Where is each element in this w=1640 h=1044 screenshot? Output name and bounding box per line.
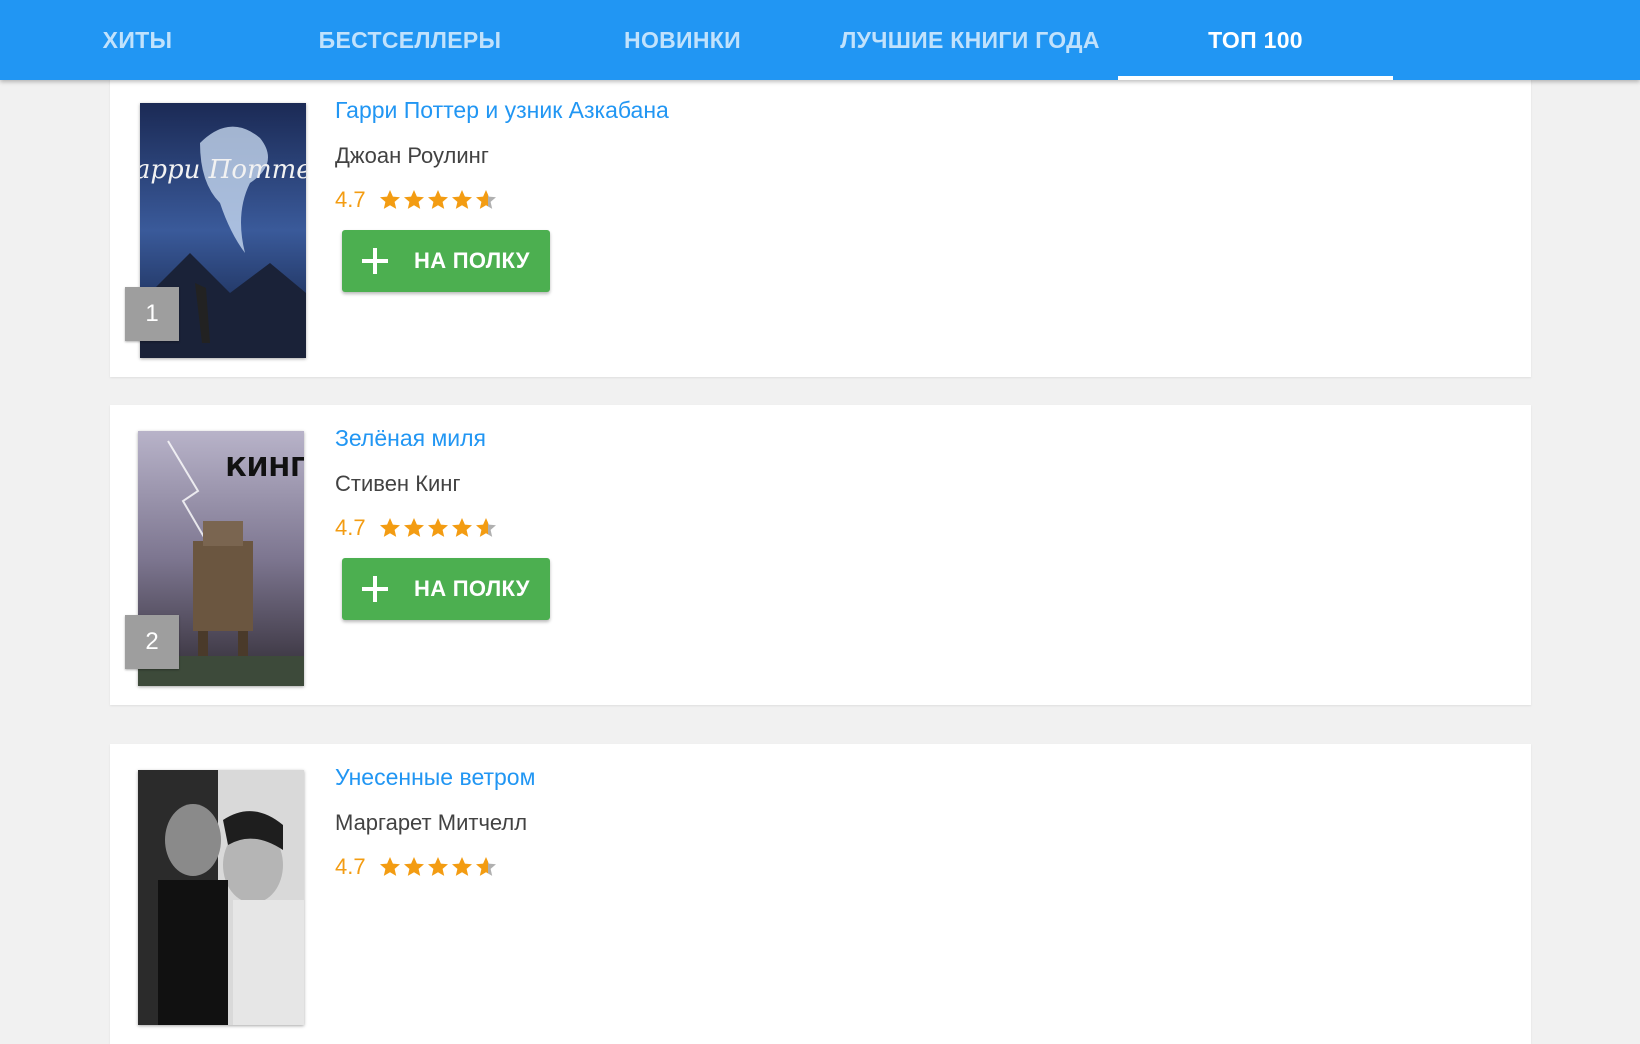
book-author: Джоан Роулинг	[335, 143, 489, 168]
star-icon	[379, 857, 400, 876]
rating-stars	[378, 188, 498, 212]
book-title[interactable]: Гарри Поттер и узник Азкабана	[335, 97, 669, 124]
tab-label: ТОП 100	[1208, 26, 1303, 53]
star-icon	[403, 518, 424, 537]
tab-hits[interactable]: ХИТЫ	[60, 0, 215, 80]
star-half-icon	[475, 518, 496, 537]
rating-value: 4.7	[335, 515, 366, 540]
star-icon	[427, 857, 448, 876]
book-title[interactable]: Унесенные ветром	[335, 764, 535, 791]
star-icon	[403, 857, 424, 876]
book-author: Стивен Кинг	[335, 471, 461, 496]
tab-label: БЕСТСЕЛЛЕРЫ	[318, 26, 502, 53]
button-label: НА ПОЛКУ	[414, 576, 530, 601]
active-tab-indicator	[1118, 76, 1393, 80]
star-icon	[427, 190, 448, 209]
add-to-shelf-button[interactable]: НА ПОЛКУ	[342, 558, 550, 620]
button-label: НА ПОЛКУ	[414, 248, 530, 273]
star-icon	[379, 190, 400, 209]
plus-icon	[362, 248, 388, 274]
tab-top-100[interactable]: ТОП 100	[1118, 0, 1393, 80]
star-icon	[403, 190, 424, 209]
book-card[interactable]: Гарри Поттер 1 Гарри Поттер и узник Азка…	[110, 77, 1531, 377]
gone-with-the-wind-cover-image	[138, 770, 304, 1025]
tab-best-of-year[interactable]: ЛУЧШИЕ КНИГИ ГОДА	[830, 0, 1110, 80]
tab-new[interactable]: НОВИНКИ	[595, 0, 770, 80]
star-icon	[379, 518, 400, 537]
book-title[interactable]: Зелёная миля	[335, 425, 486, 452]
svg-text:Гарри Поттер: Гарри Поттер	[140, 155, 306, 185]
plus-icon	[362, 576, 388, 602]
rating-value: 4.7	[335, 187, 366, 212]
star-icon	[451, 518, 472, 537]
book-rating: 4.7	[335, 854, 498, 880]
book-cover[interactable]	[138, 770, 304, 1025]
rating-stars	[378, 855, 498, 879]
tab-label: ЛУЧШИЕ КНИГИ ГОДА	[840, 26, 1100, 53]
tab-label: НОВИНКИ	[624, 26, 741, 53]
book-card[interactable]: КИНГ 2 Зелёная миля Стивен Кинг 4.7 НА П…	[110, 405, 1531, 705]
book-rating: 4.7	[335, 187, 498, 213]
book-rating: 4.7	[335, 515, 498, 541]
tab-bar: ХИТЫ БЕСТСЕЛЛЕРЫ НОВИНКИ ЛУЧШИЕ КНИГИ ГО…	[0, 0, 1640, 80]
rating-stars	[378, 516, 498, 540]
star-icon	[451, 857, 472, 876]
tab-bestsellers[interactable]: БЕСТСЕЛЛЕРЫ	[300, 0, 520, 80]
book-card[interactable]: Унесенные ветром Маргарет Митчелл 4.7	[110, 744, 1531, 1044]
star-icon	[427, 518, 448, 537]
rating-value: 4.7	[335, 854, 366, 879]
svg-text:КИНГ: КИНГ	[225, 453, 304, 483]
rank-badge: 2	[125, 615, 179, 669]
add-to-shelf-button[interactable]: НА ПОЛКУ	[342, 230, 550, 292]
star-half-icon	[475, 190, 496, 209]
book-author: Маргарет Митчелл	[335, 810, 528, 835]
star-half-icon	[475, 857, 496, 876]
tab-label: ХИТЫ	[102, 26, 173, 53]
rank-badge: 1	[125, 287, 179, 341]
star-icon	[451, 190, 472, 209]
